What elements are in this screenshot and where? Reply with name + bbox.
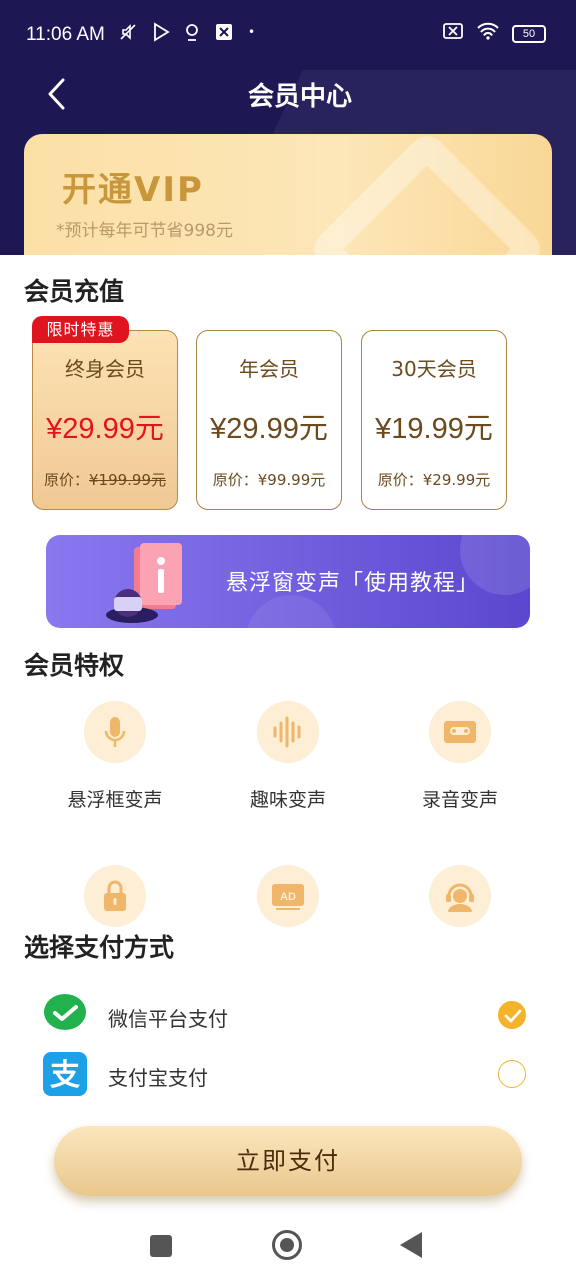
section-title-privileges: 会员特权 bbox=[24, 651, 125, 680]
back-triangle-icon[interactable] bbox=[400, 1232, 422, 1258]
privilege-floating-voice[interactable]: 悬浮框变声 bbox=[45, 701, 185, 812]
vip-card[interactable]: 开通VIP *预计每年可节省998元 bbox=[24, 134, 552, 260]
plan-original-price: 原价：¥29.99元 bbox=[362, 469, 506, 490]
orig-value: ¥99.99元 bbox=[257, 471, 326, 489]
vip-subtitle: *预计每年可节省998元 bbox=[56, 221, 233, 241]
plan-name: 年会员 bbox=[239, 357, 299, 381]
customer-service-icon bbox=[446, 883, 474, 912]
play-store-icon bbox=[152, 22, 170, 47]
payment-radio-unchecked[interactable] bbox=[498, 1060, 526, 1088]
no-sim-icon bbox=[442, 22, 464, 45]
status-notification-icons: • bbox=[118, 22, 255, 47]
privilege-no-ads[interactable]: AD bbox=[218, 865, 358, 927]
plan-card-yearly[interactable]: 年会员 ¥29.99元 原价：¥99.99元 bbox=[196, 330, 342, 510]
orig-value: ¥199.99元 bbox=[88, 471, 167, 489]
plan-name: 30天会员 bbox=[391, 357, 477, 381]
orig-value: ¥29.99元 bbox=[422, 471, 491, 489]
vip-title: 开通VIP bbox=[62, 170, 204, 210]
header: 11:06 AM • 50 会员中心 开通VIP *预计每年可节省998元 bbox=[0, 0, 576, 260]
status-bar: 11:06 AM • 50 bbox=[0, 0, 576, 70]
sound-wave-icon-wrap bbox=[257, 701, 319, 763]
payment-option-alipay[interactable]: 支 支付宝支付 bbox=[42, 1051, 534, 1099]
plan-price: ¥19.99元 bbox=[375, 413, 493, 445]
mute-icon bbox=[118, 22, 138, 47]
info-illustration-icon bbox=[106, 543, 182, 623]
tutorial-banner[interactable]: 悬浮窗变声「使用教程」 bbox=[46, 535, 530, 628]
page-title: 会员中心 bbox=[247, 82, 352, 112]
plan-name: 终身会员 bbox=[65, 357, 145, 381]
plan-original-price: 原价：¥99.99元 bbox=[197, 469, 341, 490]
payment-radio-checked[interactable] bbox=[498, 1001, 526, 1029]
app-notification-icon bbox=[214, 22, 234, 47]
plan-price: ¥29.99元 bbox=[46, 413, 164, 445]
customer-service-icon-wrap bbox=[429, 865, 491, 927]
privilege-label: 录音变声 bbox=[421, 789, 498, 811]
svg-text:支: 支 bbox=[50, 1058, 80, 1093]
pay-now-button[interactable]: 立即支付 bbox=[54, 1126, 522, 1196]
dot-icon: • bbox=[248, 25, 256, 39]
privilege-customer-service[interactable] bbox=[390, 865, 530, 927]
ad-icon: AD bbox=[272, 884, 304, 910]
plan-card-30day[interactable]: 30天会员 ¥19.99元 原价：¥29.99元 bbox=[361, 330, 507, 510]
privilege-fun-voice[interactable]: 趣味变声 bbox=[218, 701, 358, 812]
payment-label: 支付宝支付 bbox=[108, 1066, 208, 1090]
home-icon[interactable] bbox=[272, 1230, 302, 1260]
sound-wave-icon bbox=[273, 716, 301, 748]
cassette-icon bbox=[444, 721, 476, 743]
orig-label: 原价： bbox=[212, 471, 258, 489]
orig-label: 原价： bbox=[377, 471, 423, 489]
microphone-icon-wrap bbox=[84, 701, 146, 763]
payment-option-wechat[interactable]: 微信平台支付 bbox=[42, 992, 534, 1040]
alipay-icon: 支 bbox=[43, 1052, 87, 1096]
privilege-label: 趣味变声 bbox=[249, 789, 326, 811]
plan-original-price: 原价：¥199.99元 bbox=[33, 469, 177, 490]
wifi-icon bbox=[476, 22, 500, 45]
status-system-icons: 50 bbox=[442, 22, 546, 45]
plan-card-lifetime[interactable]: 终身会员 ¥29.99元 原价：¥199.99元 bbox=[32, 330, 178, 510]
lock-icon bbox=[104, 880, 126, 911]
system-nav-bar bbox=[0, 1210, 576, 1280]
plan-price: ¥29.99元 bbox=[210, 413, 328, 445]
status-time: 11:06 AM bbox=[26, 24, 105, 45]
location-icon bbox=[184, 22, 200, 47]
recent-apps-icon[interactable] bbox=[150, 1235, 172, 1257]
promo-badge: 限时特惠 bbox=[32, 316, 129, 343]
section-title-recharge: 会员充值 bbox=[24, 277, 125, 306]
tutorial-text: 悬浮窗变声「使用教程」 bbox=[226, 571, 480, 596]
section-title-payment: 选择支付方式 bbox=[24, 933, 175, 962]
wechat-pay-icon bbox=[44, 994, 86, 1030]
orig-label: 原价： bbox=[43, 471, 89, 489]
cassette-icon-wrap bbox=[429, 701, 491, 763]
privilege-lock[interactable] bbox=[45, 865, 185, 927]
payment-label: 微信平台支付 bbox=[108, 1007, 228, 1031]
banner-decoration bbox=[246, 595, 336, 628]
svg-text:AD: AD bbox=[280, 891, 296, 903]
ad-icon-wrap: AD bbox=[257, 865, 319, 927]
battery-icon: 50 bbox=[512, 24, 546, 43]
microphone-icon bbox=[104, 717, 126, 747]
lock-icon-wrap bbox=[84, 865, 146, 927]
checkmark-icon bbox=[504, 1009, 522, 1023]
privilege-recording-voice[interactable]: 录音变声 bbox=[390, 701, 530, 812]
diamond-decoration bbox=[306, 134, 548, 260]
privilege-label: 悬浮框变声 bbox=[67, 789, 163, 811]
